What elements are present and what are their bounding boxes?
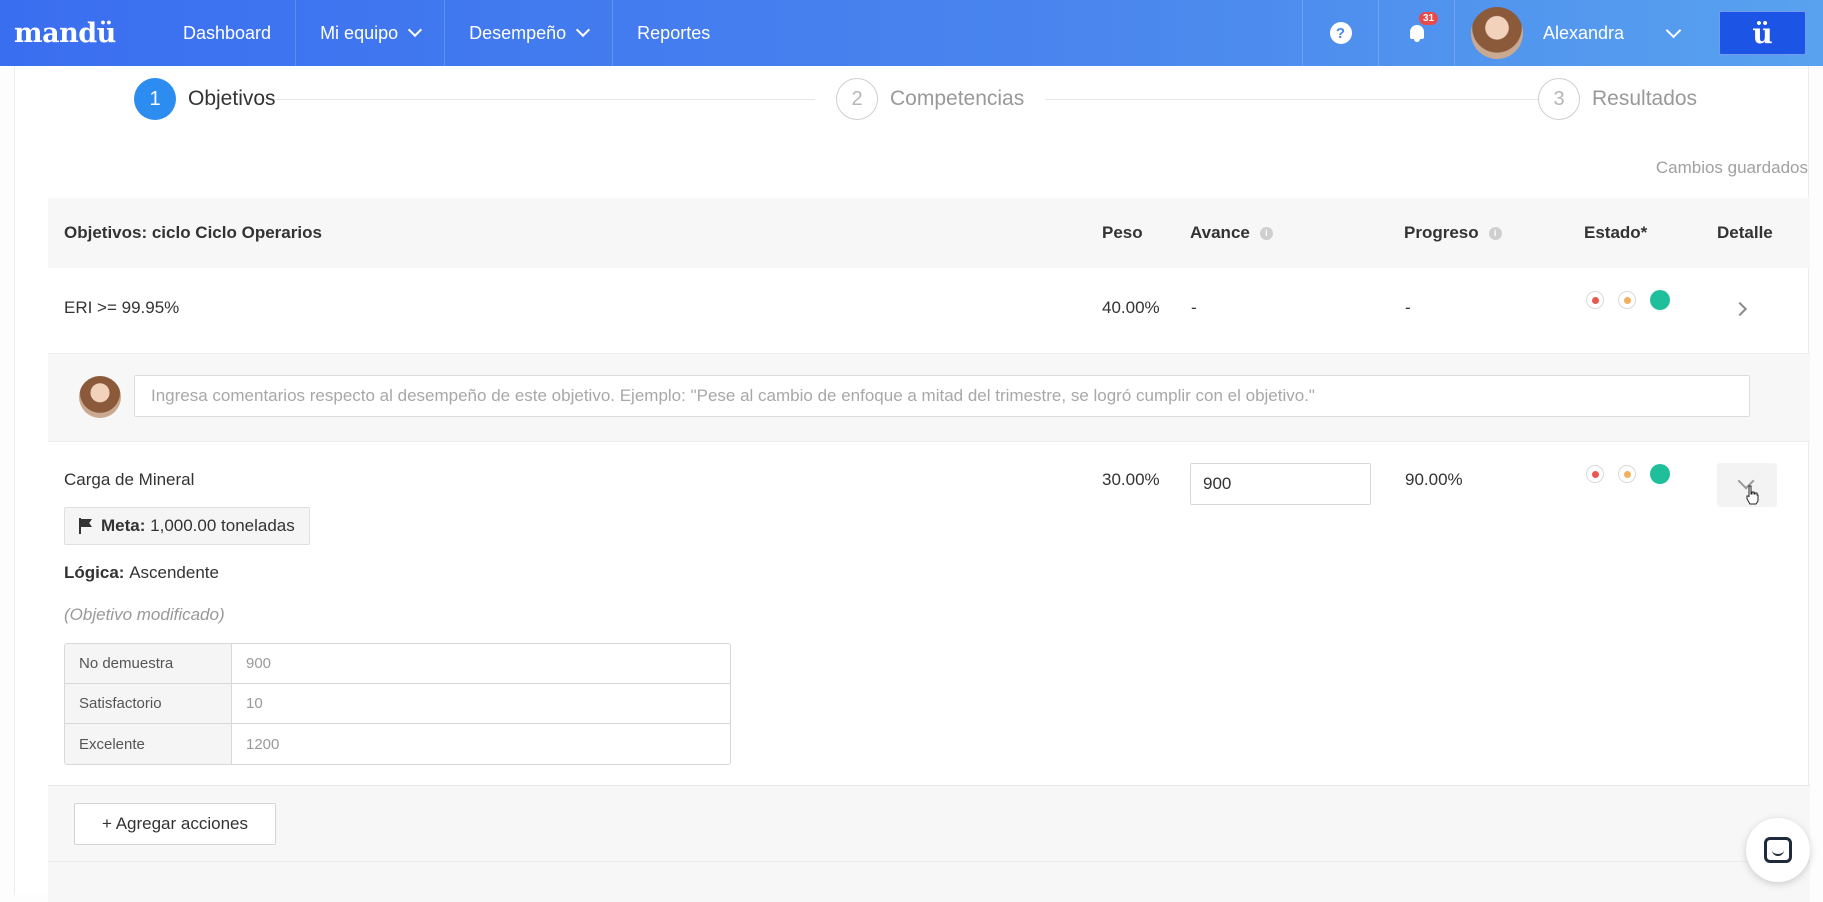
objective-weight: 40.00%	[1102, 298, 1160, 317]
status-selector	[1586, 290, 1670, 310]
header-weight: Peso	[1102, 223, 1143, 242]
step-label: Resultados	[1592, 87, 1698, 110]
header-progreso: Progreso i	[1404, 223, 1502, 243]
scale-label: Excelente	[65, 724, 232, 764]
step-label: Competencias	[890, 87, 1025, 110]
comment-row	[48, 862, 1810, 902]
user-menu[interactable]: Alexandra	[1454, 0, 1719, 66]
status-green-option[interactable]	[1650, 290, 1670, 310]
chat-support-button[interactable]	[1746, 818, 1810, 882]
scale-row: Excelente 1200	[65, 724, 730, 764]
objective-progreso: 90.00%	[1405, 470, 1463, 489]
status-orange-option[interactable]	[1618, 465, 1636, 483]
objective-progreso: -	[1405, 298, 1411, 317]
chat-icon	[1764, 837, 1792, 863]
add-actions-button[interactable]: + Agregar acciones	[74, 803, 276, 845]
scale-row: Satisfactorio 10	[65, 684, 730, 724]
logic-label: Lógica:	[64, 563, 125, 582]
status-orange-option[interactable]	[1618, 291, 1636, 309]
step-number: 1	[134, 78, 176, 120]
flag-icon	[79, 518, 93, 534]
stepper-line	[255, 99, 815, 100]
scale-value: 1200	[246, 735, 280, 753]
nav-desempeno[interactable]: Desempeño	[445, 0, 612, 66]
objectives-table: Objetivos: ciclo Ciclo Operarios Peso Av…	[48, 198, 1810, 902]
hand-cursor-icon	[1746, 485, 1759, 505]
objective-detail: Meta: 1,000.00 toneladas Lógica: Ascende…	[64, 442, 764, 786]
scale-label: No demuestra	[65, 644, 232, 683]
table-header: Objetivos: ciclo Ciclo Operarios Peso Av…	[48, 198, 1810, 268]
save-status-text: Cambios guardados	[1655, 158, 1808, 177]
objective-weight: 30.00%	[1102, 470, 1160, 489]
header-avance: Avance i	[1190, 223, 1273, 243]
status-selector	[1586, 464, 1670, 484]
stepper-line	[1045, 99, 1545, 100]
notification-badge: 31	[1419, 12, 1439, 25]
header-avance-label: Avance	[1190, 223, 1250, 242]
save-status: Cambios guardados	[1656, 158, 1808, 178]
evaluation-panel: 1 Objetivos 2 Competencias 3 Resultados …	[14, 66, 1810, 902]
step-competencias[interactable]: 2 Competencias	[836, 78, 1024, 120]
header-progreso-label: Progreso	[1404, 223, 1479, 242]
chevron-down-icon	[1665, 22, 1682, 38]
avance-input[interactable]	[1190, 463, 1371, 505]
scale-value: 900	[246, 655, 272, 672]
step-number: 3	[1538, 78, 1580, 120]
nav-dashboard[interactable]: Dashboard	[159, 0, 295, 66]
meta-value: 1,000.00 toneladas	[150, 516, 295, 535]
scale-value: 10	[246, 695, 263, 712]
nav-dashboard-label: Dashboard	[183, 22, 272, 43]
help-icon: ?	[1329, 22, 1352, 44]
header-objective: Objetivos: ciclo Ciclo Operarios	[64, 223, 322, 242]
chevron-down-icon	[408, 22, 423, 38]
comment-input[interactable]	[134, 375, 1750, 417]
step-label: Objetivos	[188, 87, 276, 110]
nav-mi-equipo[interactable]: Mi equipo	[296, 0, 444, 66]
actions-row: + Agregar acciones	[48, 786, 1810, 862]
mandu-logo[interactable]: mandü	[14, 18, 159, 49]
chevron-right-icon[interactable]	[1732, 301, 1748, 317]
nav-reportes-label: Reportes	[637, 22, 711, 43]
chevron-down-icon	[576, 22, 591, 38]
collapse-detail-button[interactable]	[1717, 463, 1777, 507]
nav-desempeno-label: Desempeño	[469, 22, 567, 43]
step-resultados[interactable]: 3 Resultados	[1538, 78, 1697, 120]
meta-tag: Meta: 1,000.00 toneladas	[64, 507, 310, 545]
objective-name: ERI >= 99.95%	[64, 298, 180, 317]
header-detail: Detalle	[1717, 223, 1773, 242]
info-icon[interactable]: i	[1259, 227, 1273, 240]
table-row: ERI >= 99.95% 40.00% - -	[48, 268, 1810, 354]
info-icon[interactable]: i	[1488, 227, 1502, 240]
scale-row: No demuestra 900	[65, 644, 730, 684]
modified-note: (Objetivo modificado)	[64, 605, 225, 624]
objective-avance: -	[1191, 298, 1197, 317]
brand-button[interactable]: ü	[1719, 11, 1806, 55]
meta-label: Meta:	[101, 516, 146, 535]
notifications-button[interactable]: 31	[1378, 0, 1454, 66]
step-objetivos[interactable]: 1 Objetivos	[134, 78, 276, 120]
help-button[interactable]: ?	[1302, 0, 1378, 66]
header-state: Estado*	[1584, 223, 1648, 242]
status-red-option[interactable]	[1586, 465, 1604, 483]
user-avatar	[1471, 7, 1523, 59]
bell-icon	[1409, 24, 1425, 42]
step-number: 2	[836, 78, 878, 120]
scale-label: Satisfactorio	[65, 684, 232, 723]
logic-value: Ascendente	[129, 563, 219, 582]
status-green-option[interactable]	[1650, 464, 1670, 484]
top-navbar: mandü Dashboard Mi equipo Desempeño Repo…	[0, 0, 1823, 66]
nav-reportes[interactable]: Reportes	[613, 0, 734, 66]
nav-right-group: ? 31 Alexandra ü	[1302, 0, 1823, 66]
status-red-option[interactable]	[1586, 291, 1604, 309]
rating-scale-table: No demuestra 900 Satisfactorio 10 Excele…	[64, 643, 731, 765]
comment-row	[48, 354, 1810, 442]
nav-mi-equipo-label: Mi equipo	[320, 22, 399, 43]
user-avatar	[79, 376, 121, 418]
user-name: Alexandra	[1543, 22, 1625, 43]
table-row-expanded: Carga de Mineral 30.00% 90.00% Meta: 1,0…	[48, 442, 1810, 786]
logic-line: Lógica: Ascendente	[64, 563, 219, 583]
